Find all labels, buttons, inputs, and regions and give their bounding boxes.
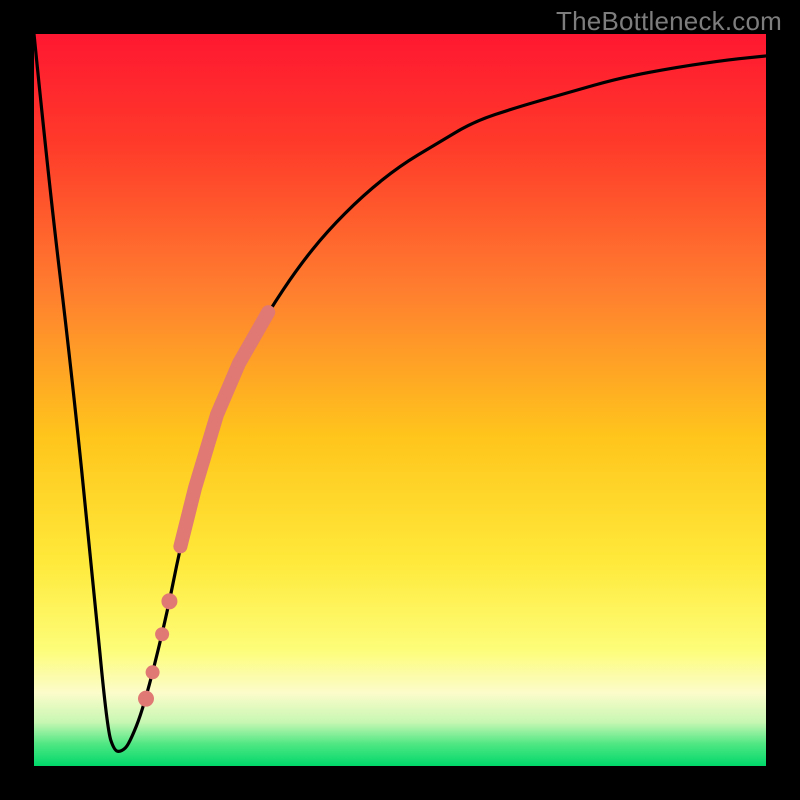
- highlight-dot: [146, 665, 160, 679]
- highlight-dot: [138, 691, 154, 707]
- highlight-dot: [161, 593, 177, 609]
- chart-svg: [0, 0, 800, 800]
- plot-background: [34, 34, 766, 766]
- attribution-text: TheBottleneck.com: [556, 6, 782, 37]
- bottleneck-chart: TheBottleneck.com: [0, 0, 800, 800]
- highlight-dot: [155, 627, 169, 641]
